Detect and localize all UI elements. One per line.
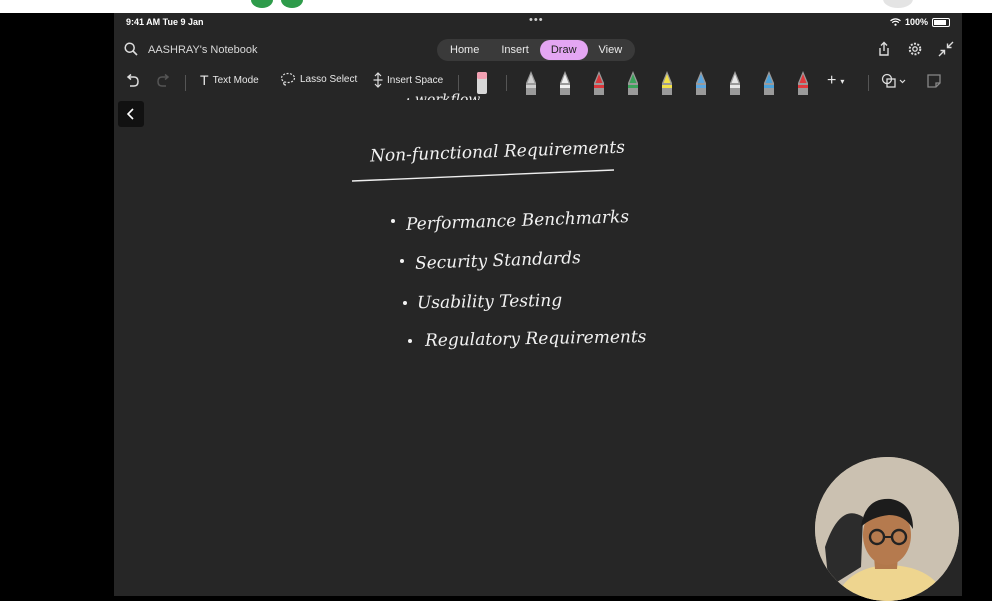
green-blob [251,0,273,8]
note-item: Regulatory Requirements [424,327,647,351]
presenter-avatar [815,457,959,601]
heading-underline [351,169,615,182]
video-frame-top [0,0,992,13]
green-blob [281,0,303,8]
bullet-dot [400,259,404,263]
partial-note-line: · workflow [406,92,481,108]
webcam-overlay [815,457,959,601]
bullet-dot [408,339,412,343]
note-item: Performance Benchmarks [405,207,630,235]
bullet-dot [391,219,395,223]
bullet-dot [403,301,407,305]
note-item: Usability Testing [416,290,563,314]
note-item: Security Standards [414,248,582,274]
note-heading: Non-functional Requirements [369,137,626,167]
gray-blob [883,0,913,8]
